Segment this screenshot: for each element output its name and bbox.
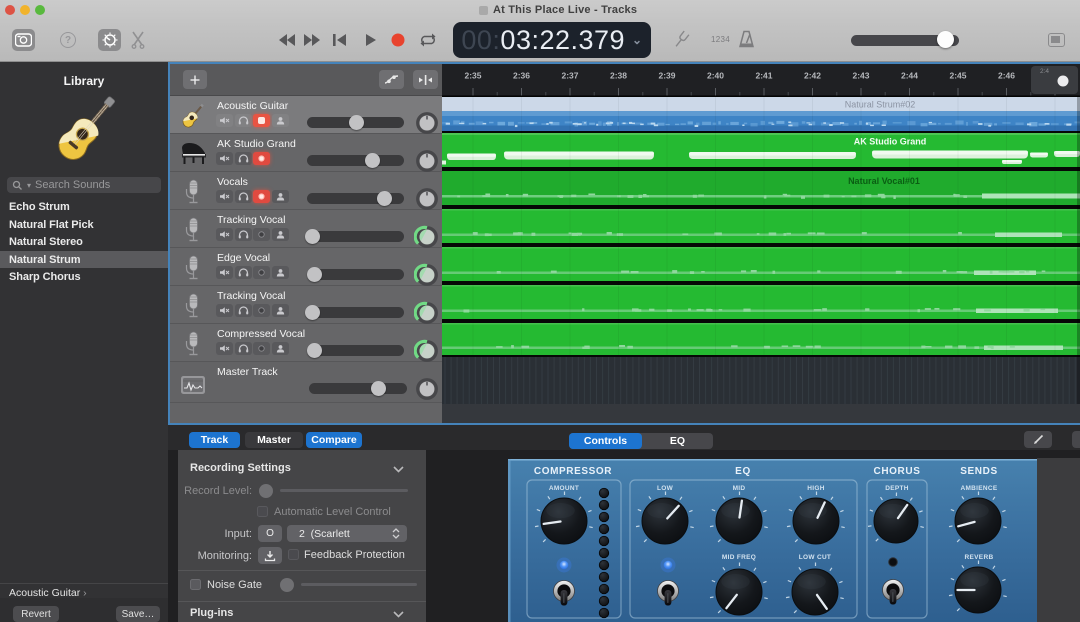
svg-text:2:35: 2:35 — [464, 71, 481, 81]
svg-text:2:42: 2:42 — [804, 71, 821, 81]
svg-text:2:37: 2:37 — [561, 71, 578, 81]
svg-text:SENDS: SENDS — [960, 466, 997, 477]
svg-text:2:41: 2:41 — [755, 71, 772, 81]
svg-text:LOW: LOW — [657, 485, 674, 492]
svg-text:EQ: EQ — [735, 466, 751, 477]
svg-text:Natural Strum#02: Natural Strum#02 — [845, 100, 916, 110]
svg-text:MID FREQ: MID FREQ — [722, 554, 756, 561]
svg-text:2:40: 2:40 — [707, 71, 724, 81]
svg-text:DEPTH: DEPTH — [885, 485, 909, 492]
svg-text:2:38: 2:38 — [610, 71, 627, 81]
svg-text:2:4: 2:4 — [1040, 68, 1049, 75]
svg-text:CHORUS: CHORUS — [874, 466, 921, 477]
svg-text:2:36: 2:36 — [513, 71, 530, 81]
svg-text:AMBIENCE: AMBIENCE — [960, 485, 997, 492]
svg-text:MID: MID — [733, 485, 746, 492]
svg-text:2:45: 2:45 — [949, 71, 966, 81]
svg-text:2:44: 2:44 — [901, 71, 918, 81]
svg-text:LOW CUT: LOW CUT — [799, 554, 831, 561]
svg-text:2:39: 2:39 — [658, 71, 675, 81]
svg-text:2:46: 2:46 — [998, 71, 1015, 81]
svg-text:COMPRESSOR: COMPRESSOR — [534, 466, 612, 477]
svg-text:2:43: 2:43 — [852, 71, 869, 81]
svg-text:AK Studio Grand: AK Studio Grand — [854, 137, 927, 147]
svg-text:HIGH: HIGH — [807, 485, 824, 492]
svg-text:AMOUNT: AMOUNT — [549, 485, 579, 492]
svg-text:REVERB: REVERB — [965, 554, 994, 561]
